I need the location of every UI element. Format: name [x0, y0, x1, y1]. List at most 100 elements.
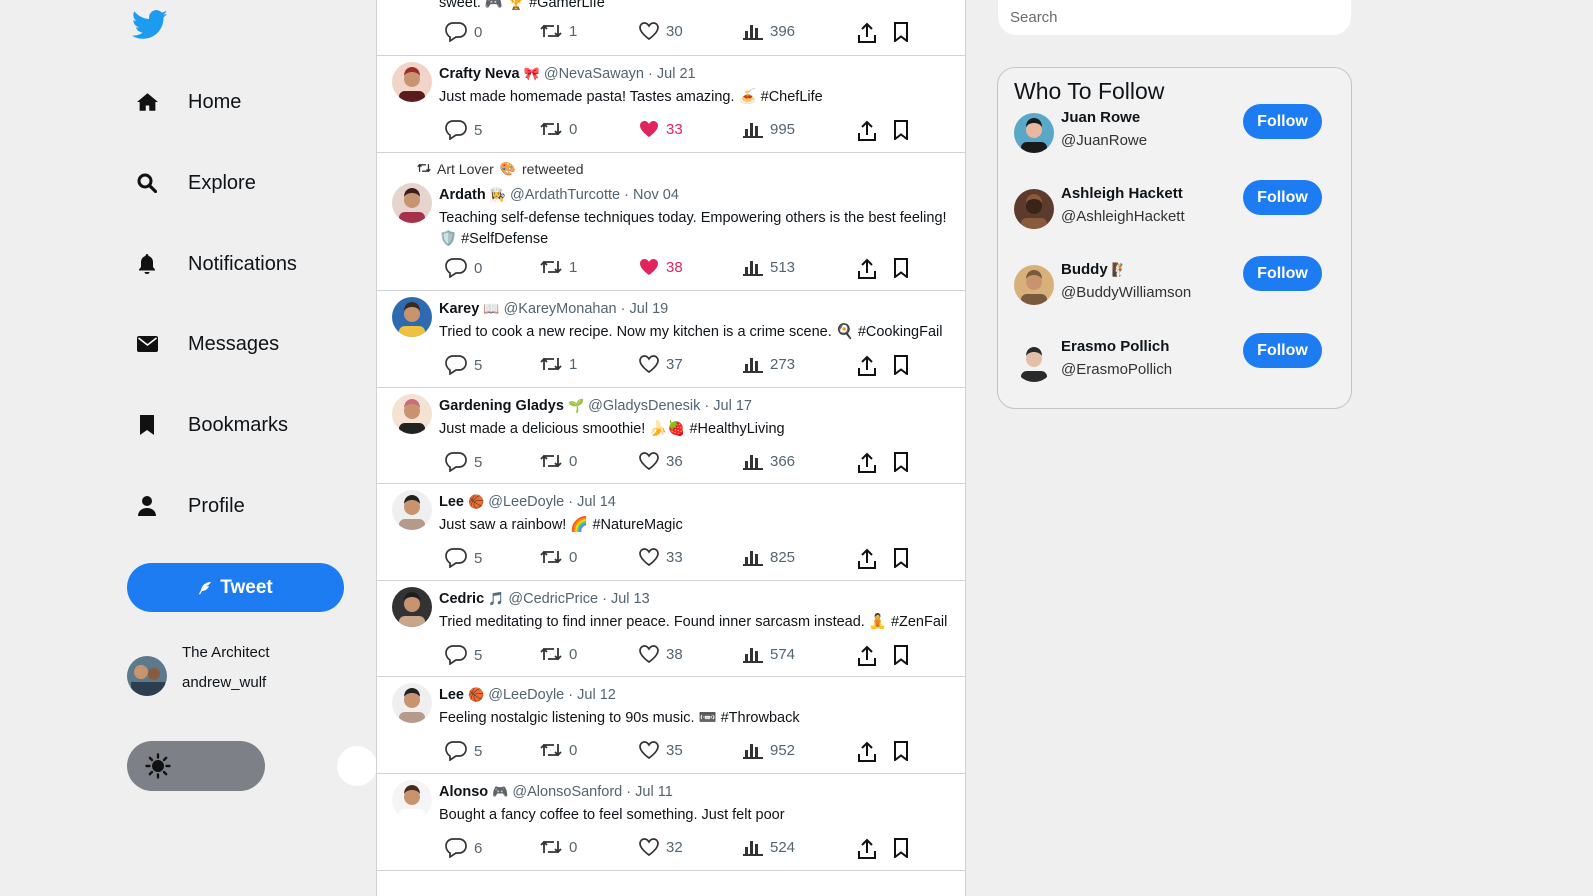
views-button[interactable]: 366: [743, 452, 795, 470]
avatar[interactable]: [392, 394, 432, 434]
nav-home[interactable]: Home: [136, 77, 241, 127]
share-button[interactable]: [857, 548, 877, 570]
author-handle[interactable]: @GladysDenesik: [588, 398, 700, 414]
follow-button[interactable]: Follow: [1243, 104, 1322, 139]
author-name[interactable]: Alonso: [439, 784, 488, 800]
author-handle[interactable]: @LeeDoyle: [488, 687, 564, 703]
avatar[interactable]: [1014, 189, 1054, 229]
views-button[interactable]: 995: [743, 120, 795, 138]
share-button[interactable]: [857, 741, 877, 763]
like-button[interactable]: 37: [639, 355, 683, 373]
author-handle[interactable]: @ArdathTurcotte: [510, 187, 620, 203]
author-name[interactable]: Cedric: [439, 591, 484, 607]
avatar[interactable]: [392, 183, 432, 223]
retweet-button[interactable]: 1: [540, 22, 577, 40]
author-name[interactable]: Karey: [439, 301, 479, 317]
author-handle[interactable]: @NevaSawayn: [544, 66, 644, 82]
tweet[interactable]: Alonso 🎮 @AlonsoSanford · Jul 11 Bought …: [377, 774, 965, 871]
retweeted-by-name[interactable]: Art Lover: [437, 161, 494, 177]
follow-button[interactable]: Follow: [1243, 333, 1322, 368]
author-name[interactable]: Crafty Neva: [439, 66, 520, 82]
tweet[interactable]: Lee 🏀 @LeeDoyle · Jul 14 Just saw a rain…: [377, 484, 965, 581]
author-name[interactable]: Gardening Gladys: [439, 398, 564, 414]
bookmark-button[interactable]: [893, 258, 909, 278]
tweet[interactable]: Cedric 🎵 @CedricPrice · Jul 13 Tried med…: [377, 581, 965, 677]
avatar[interactable]: [392, 683, 432, 723]
reply-button[interactable]: 5: [445, 645, 482, 665]
author-name[interactable]: Ardath: [439, 187, 486, 203]
share-button[interactable]: [857, 355, 877, 377]
share-button[interactable]: [857, 258, 877, 280]
views-button[interactable]: 825: [743, 548, 795, 566]
nav-profile[interactable]: Profile: [136, 481, 245, 531]
tweet[interactable]: Lee 🏀 @LeeDoyle · Jul 12 Feeling nostalg…: [377, 677, 965, 774]
like-button[interactable]: 35: [639, 741, 683, 759]
views-button[interactable]: 273: [743, 355, 795, 373]
share-button[interactable]: [857, 645, 877, 667]
who-to-follow-item[interactable]: Ashleigh Hackett @AshleighHackett Follow: [1014, 180, 1334, 233]
tweet[interactable]: Crafty Neva 🎀 @NevaSawayn · Jul 21 Just …: [377, 56, 965, 153]
who-to-follow-item[interactable]: Juan Rowe @JuanRowe Follow: [1014, 104, 1334, 157]
nav-bookmarks[interactable]: Bookmarks: [136, 400, 288, 450]
avatar[interactable]: [1014, 113, 1054, 153]
retweet-button[interactable]: 0: [540, 741, 577, 759]
author-handle[interactable]: @AlonsoSanford: [512, 784, 622, 800]
share-button[interactable]: [857, 120, 877, 142]
reply-button[interactable]: 0: [445, 22, 482, 42]
reply-button[interactable]: 5: [445, 452, 482, 472]
author-handle[interactable]: @LeeDoyle: [488, 494, 564, 510]
retweet-button[interactable]: 1: [540, 355, 577, 373]
avatar[interactable]: [1014, 342, 1054, 382]
who-to-follow-item[interactable]: Buddy 🧗 @BuddyWilliamson Follow: [1014, 256, 1334, 309]
author-handle[interactable]: @CedricPrice: [508, 591, 598, 607]
avatar[interactable]: [392, 587, 432, 627]
retweet-button[interactable]: 0: [540, 452, 577, 470]
reply-button[interactable]: 5: [445, 355, 482, 375]
bookmark-button[interactable]: [893, 452, 909, 472]
nav-notifications[interactable]: Notifications: [136, 239, 297, 289]
who-to-follow-item[interactable]: Erasmo Pollich @ErasmoPollich Follow: [1014, 333, 1334, 386]
author-name[interactable]: Lee: [439, 494, 464, 510]
bookmark-button[interactable]: [893, 838, 909, 858]
reply-button[interactable]: 5: [445, 120, 482, 140]
bookmark-button[interactable]: [893, 22, 909, 42]
avatar[interactable]: [392, 62, 432, 102]
suggested-user-name[interactable]: Erasmo Pollich: [1061, 338, 1174, 355]
retweet-button[interactable]: 1: [540, 258, 577, 276]
tweet[interactable]: sweet. 🎮 🏆 #GamerLife 0 1 30 396: [377, 0, 965, 56]
share-button[interactable]: [857, 22, 877, 44]
retweet-button[interactable]: 0: [540, 548, 577, 566]
like-button[interactable]: 38: [639, 645, 683, 663]
theme-toggle[interactable]: [127, 741, 377, 791]
twitter-logo-icon[interactable]: [131, 10, 168, 44]
like-button[interactable]: 33: [639, 120, 683, 138]
views-button[interactable]: 524: [743, 838, 795, 856]
tweet[interactable]: Art Lover 🎨 retweeted Ardath 👩‍🍳 @Ardath…: [377, 153, 965, 291]
like-button[interactable]: 33: [639, 548, 683, 566]
tweet[interactable]: Gardening Gladys 🌱 @GladysDenesik · Jul …: [377, 388, 965, 484]
share-button[interactable]: [857, 452, 877, 474]
suggested-user-name[interactable]: Ashleigh Hackett: [1061, 185, 1187, 202]
reply-button[interactable]: 5: [445, 548, 482, 568]
follow-button[interactable]: Follow: [1243, 256, 1322, 291]
retweet-button[interactable]: 0: [540, 838, 577, 856]
reply-button[interactable]: 6: [445, 838, 482, 858]
avatar[interactable]: [392, 297, 432, 337]
avatar[interactable]: [392, 780, 432, 820]
search-input[interactable]: [998, 0, 1351, 35]
retweet-button[interactable]: 0: [540, 645, 577, 663]
views-button[interactable]: 513: [743, 258, 795, 276]
views-button[interactable]: 396: [743, 22, 795, 40]
bookmark-button[interactable]: [893, 645, 909, 665]
bookmark-button[interactable]: [893, 548, 909, 568]
reply-button[interactable]: 5: [445, 741, 482, 761]
like-button[interactable]: 30: [639, 22, 683, 40]
like-button[interactable]: 32: [639, 838, 683, 856]
avatar[interactable]: [392, 490, 432, 530]
views-button[interactable]: 952: [743, 741, 795, 759]
current-user-card[interactable]: The Architect andrew_wulf: [127, 644, 357, 704]
bookmark-button[interactable]: [893, 355, 909, 375]
tweet-button[interactable]: Tweet: [127, 563, 344, 612]
tweet[interactable]: Karey 📖 @KareyMonahan · Jul 19 Tried to …: [377, 291, 965, 388]
suggested-user-name[interactable]: Buddy 🧗: [1061, 261, 1128, 278]
